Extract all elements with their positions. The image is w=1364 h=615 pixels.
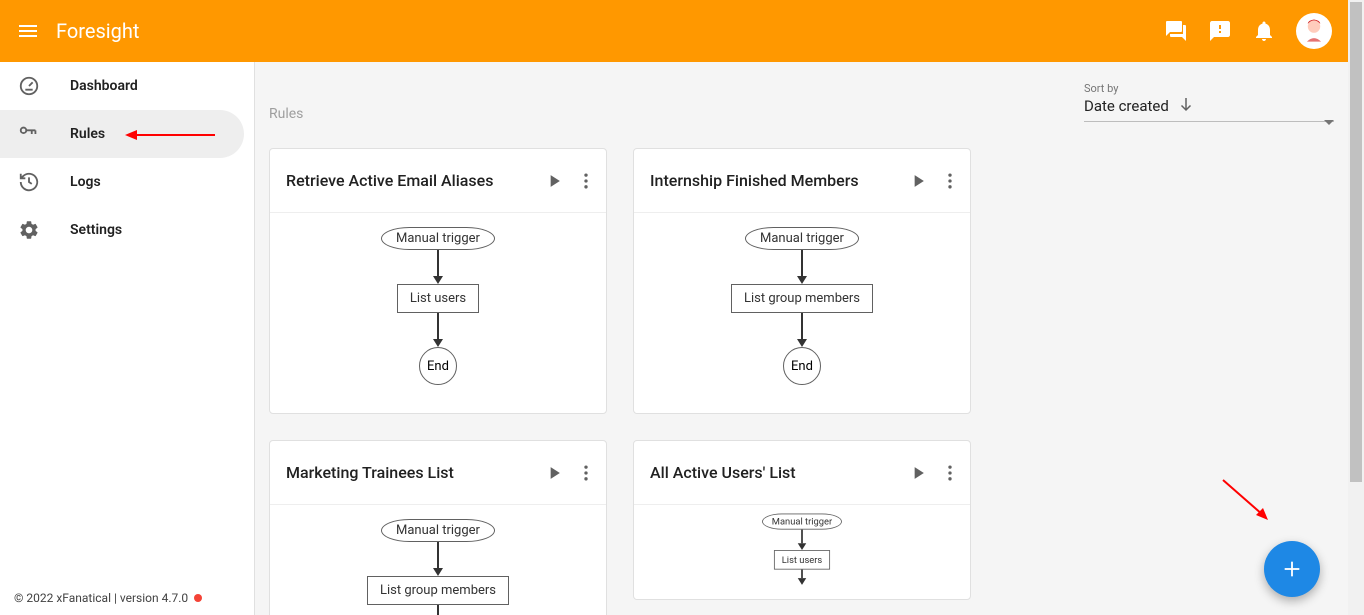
more-vert-icon[interactable]: [940, 171, 960, 191]
app-title: Foresight: [56, 19, 1164, 43]
flow-trigger-node: Manual trigger: [762, 514, 841, 530]
user-avatar[interactable]: [1296, 13, 1332, 49]
flow-action-node: List users: [774, 550, 830, 570]
rule-card[interactable]: Internship Finished Members Manual trigg…: [633, 148, 971, 414]
rule-flow: Manual trigger List users: [659, 505, 945, 585]
scrollbar-thumb[interactable]: [1350, 2, 1362, 482]
sidebar-item-rules[interactable]: Rules: [0, 110, 244, 158]
more-vert-icon[interactable]: [576, 171, 596, 191]
flow-trigger-node: Manual trigger: [745, 227, 859, 250]
flow-action-node: List group members: [367, 576, 509, 605]
page-heading: Rules: [269, 106, 1084, 122]
sort-dropdown[interactable]: Sort by Date created: [1084, 82, 1334, 122]
sidebar: Dashboard Rules Logs Settings © 2022 xFa…: [0, 62, 255, 615]
rule-card[interactable]: All Active Users' List Manual trigger Li…: [633, 440, 971, 600]
sidebar-item-logs[interactable]: Logs: [0, 158, 254, 206]
add-rule-fab[interactable]: [1264, 541, 1320, 597]
rule-flow: Manual trigger List group members End: [270, 505, 606, 615]
dropdown-caret-icon: [1324, 110, 1334, 115]
main-content: Rules Sort by Date created Retrieve Acti…: [255, 62, 1348, 615]
more-vert-icon[interactable]: [940, 463, 960, 483]
more-vert-icon[interactable]: [576, 463, 596, 483]
sidebar-footer: © 2022 xFanatical | version 4.7.0: [14, 591, 202, 605]
history-icon: [18, 171, 40, 193]
sidebar-label-settings: Settings: [70, 222, 122, 238]
chat-icon[interactable]: [1164, 19, 1188, 43]
main-header: Rules Sort by Date created: [269, 82, 1334, 122]
gear-icon: [18, 219, 40, 241]
flow-trigger-node: Manual trigger: [381, 519, 495, 542]
flow-arrow-icon: [437, 605, 439, 615]
sidebar-item-dashboard[interactable]: Dashboard: [0, 62, 254, 110]
menu-icon[interactable]: [16, 19, 40, 43]
rule-card-header: Internship Finished Members: [634, 149, 970, 213]
sort-label: Sort by: [1084, 82, 1334, 95]
rule-flow: Manual trigger List group members End: [634, 213, 970, 413]
flow-arrow-icon: [437, 542, 439, 576]
rules-key-icon: [18, 123, 40, 145]
rule-card-header: Retrieve Active Email Aliases: [270, 149, 606, 213]
rule-card[interactable]: Marketing Trainees List Manual trigger L…: [269, 440, 607, 615]
flow-arrow-icon: [801, 313, 803, 347]
run-icon[interactable]: [544, 171, 564, 191]
sidebar-label-rules: Rules: [70, 126, 105, 142]
flow-arrow-icon: [437, 313, 439, 347]
highlight-arrow-icon: [125, 128, 215, 142]
rule-card-header: Marketing Trainees List: [270, 441, 606, 505]
copyright-text: © 2022 xFanatical | version 4.7.0: [14, 591, 188, 605]
topbar: Foresight: [0, 0, 1348, 62]
flow-end-node: End: [783, 347, 821, 385]
flow-arrow-icon: [801, 250, 803, 284]
sort-value: Date created: [1084, 97, 1169, 115]
feedback-icon[interactable]: [1208, 19, 1232, 43]
rule-flow: Manual trigger List users End: [270, 213, 606, 413]
rule-card-header: All Active Users' List: [634, 441, 970, 505]
run-icon[interactable]: [908, 463, 928, 483]
flow-arrow-icon: [437, 250, 439, 284]
scrollbar[interactable]: [1348, 0, 1364, 615]
run-icon[interactable]: [544, 463, 564, 483]
sidebar-label-dashboard: Dashboard: [70, 78, 138, 94]
rule-title: Internship Finished Members: [650, 171, 908, 190]
sidebar-item-settings[interactable]: Settings: [0, 206, 254, 254]
sort-direction-icon[interactable]: [1177, 95, 1195, 117]
rule-title: All Active Users' List: [650, 463, 908, 482]
rule-cards: Retrieve Active Email Aliases Manual tri…: [269, 148, 1334, 615]
status-dot-icon: [194, 594, 202, 602]
rule-title: Retrieve Active Email Aliases: [286, 171, 544, 190]
sidebar-label-logs: Logs: [70, 174, 101, 190]
rule-card[interactable]: Retrieve Active Email Aliases Manual tri…: [269, 148, 607, 414]
flow-arrow-icon: [801, 530, 803, 550]
notifications-icon[interactable]: [1252, 19, 1276, 43]
topbar-actions: [1164, 13, 1332, 49]
flow-trigger-node: Manual trigger: [381, 227, 495, 250]
flow-action-node: List group members: [731, 284, 873, 313]
flow-action-node: List users: [397, 284, 479, 313]
dashboard-gauge-icon: [18, 75, 40, 97]
run-icon[interactable]: [908, 171, 928, 191]
flow-arrow-icon: [801, 570, 803, 585]
rule-title: Marketing Trainees List: [286, 463, 544, 482]
flow-end-node: End: [419, 347, 457, 385]
